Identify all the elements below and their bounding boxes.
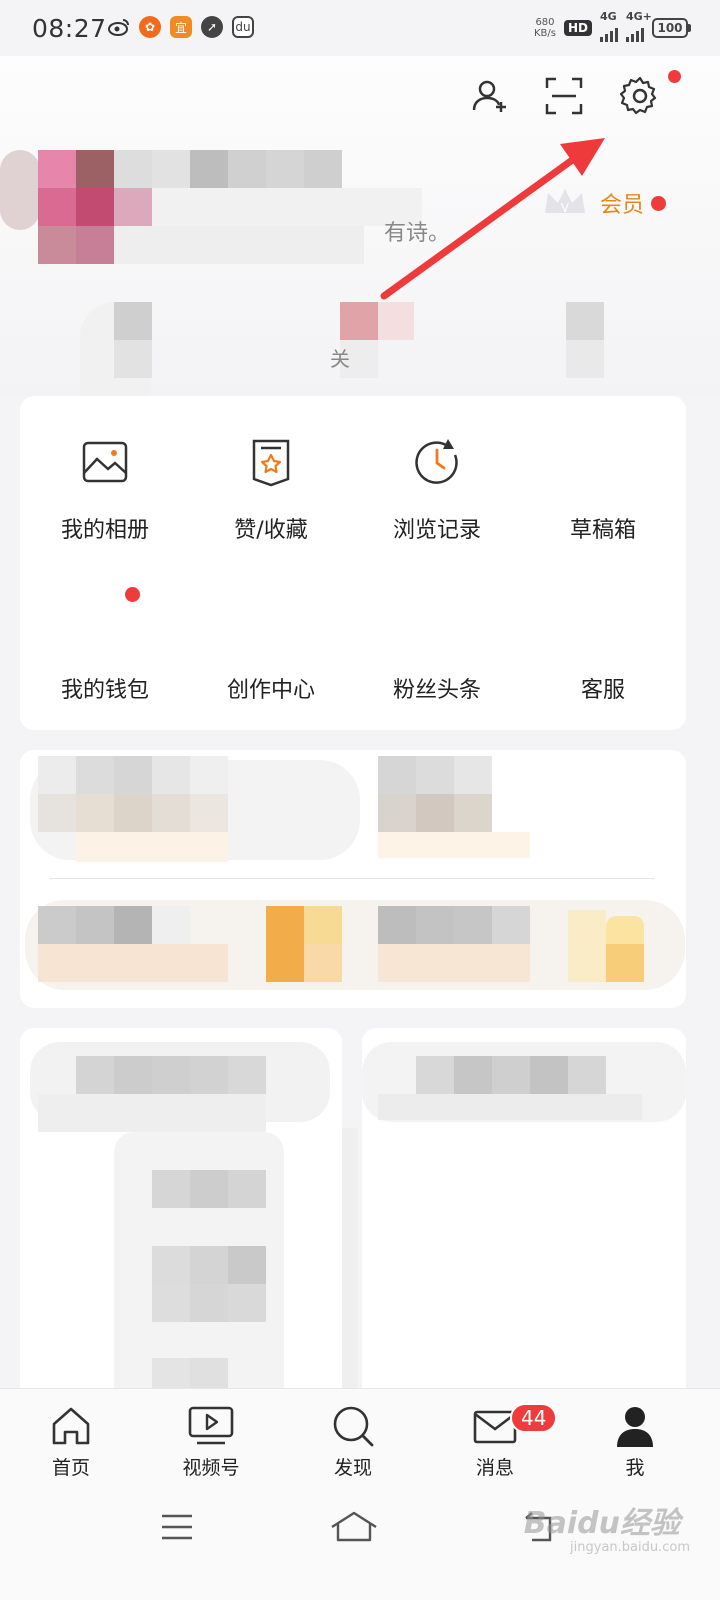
weibo-icon <box>108 16 130 38</box>
nav-discover[interactable]: 发现 <box>298 1401 408 1480</box>
search-discover-icon <box>298 1401 408 1451</box>
vip-notification-dot <box>651 196 666 211</box>
menu-item-wallet[interactable]: 我的钱包 <box>20 596 190 704</box>
history-clock-icon <box>411 436 463 488</box>
menu-lines-icon[interactable] <box>160 1512 194 1546</box>
annotation-arrow <box>380 138 605 300</box>
content-card-left[interactable] <box>20 1028 342 1432</box>
menu-item-creator-center[interactable]: 创作中心 <box>186 596 356 704</box>
signal-icon-2: 4G+ <box>626 10 652 42</box>
shopping-app-icon: 宜 <box>170 16 192 38</box>
compass-icon: ➚ <box>201 16 223 38</box>
menu-item-customer-service[interactable]: 客服 <box>518 596 688 704</box>
status-indicators: 680 KB/s HD 4G 4G+ 100 <box>533 10 691 42</box>
nav-me[interactable]: 我 <box>580 1401 690 1480</box>
nav-video-channel[interactable]: 视频号 <box>156 1401 266 1480</box>
scan-icon[interactable] <box>542 74 586 118</box>
menu-item-drafts[interactable]: 草稿箱 <box>518 436 688 544</box>
fans-headline-icon <box>411 596 463 648</box>
home-icon <box>16 1401 126 1451</box>
photo-album-icon <box>79 436 131 488</box>
du-app-icon: du <box>232 16 254 38</box>
status-bar: 08:27 ✿ 宜 ➚ du 680 KB/s HD 4G 4G+ 100 <box>0 0 720 56</box>
menu-item-fans-headline[interactable]: 粉丝头条 <box>352 596 522 704</box>
wallet-icon <box>79 596 131 648</box>
creator-center-icon <box>245 596 297 648</box>
menu-card: 我的相册 赞/收藏 浏览记录 草稿箱 我的钱包 创作中心 粉丝头条 客服 <box>20 396 686 730</box>
baidu-watermark-url: jingyan.baidu.com <box>570 1540 690 1555</box>
settings-notification-dot <box>668 70 681 83</box>
menu-item-album[interactable]: 我的相册 <box>20 436 190 544</box>
notification-icons: ✿ 宜 ➚ du <box>108 16 254 38</box>
signal-icon-1: 4G <box>600 10 618 42</box>
avatar[interactable] <box>0 120 430 270</box>
bottom-navigation: 首页 视频号 发现 消息 44 我 <box>0 1388 720 1489</box>
status-time: 08:27 <box>32 14 107 43</box>
drafts-icon <box>577 436 629 488</box>
add-friend-icon[interactable] <box>468 74 512 118</box>
customer-service-icon <box>577 596 629 648</box>
hd-voice-icon: HD <box>563 20 592 36</box>
settings-gear-icon[interactable] <box>618 74 662 118</box>
video-channel-icon <box>156 1401 266 1451</box>
net-speed: 680 KB/s <box>533 17 556 39</box>
promo-card[interactable] <box>20 750 686 1008</box>
stat-label: 关 <box>330 347 350 371</box>
favorite-bookmark-icon <box>245 436 297 488</box>
nav-home[interactable]: 首页 <box>16 1401 126 1480</box>
baidu-watermark: Baidu经验 <box>523 1506 680 1541</box>
wallet-notification-dot <box>125 587 140 602</box>
app-notification-icon: ✿ <box>139 16 161 38</box>
user-profile-icon <box>580 1401 690 1451</box>
home-system-icon[interactable] <box>330 1510 378 1548</box>
content-card-right[interactable] <box>342 1028 686 1408</box>
message-count-badge: 44 <box>510 1403 558 1433</box>
battery-icon: 100 <box>652 18 691 38</box>
nav-messages[interactable]: 消息 44 <box>440 1401 558 1480</box>
menu-item-history[interactable]: 浏览记录 <box>352 436 522 544</box>
menu-item-likes-favorites[interactable]: 赞/收藏 <box>186 436 356 544</box>
